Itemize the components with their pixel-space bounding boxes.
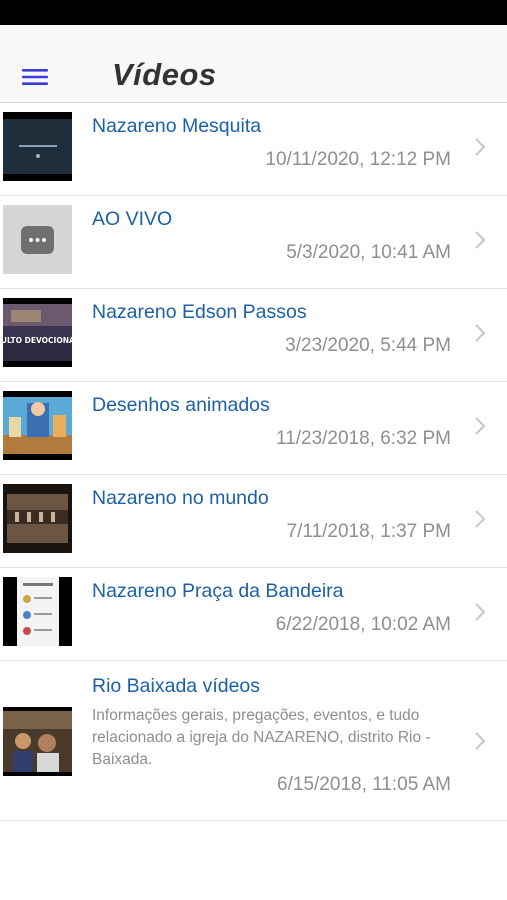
video-thumbnail bbox=[3, 707, 72, 776]
chevron-right-icon bbox=[474, 602, 486, 622]
video-list-item[interactable]: Nazareno Mesquita 10/11/2020, 12:12 PM bbox=[0, 103, 507, 196]
video-list-item[interactable]: Rio Baixada vídeos Informações gerais, p… bbox=[0, 661, 507, 821]
status-bar bbox=[0, 0, 507, 25]
video-thumbnail bbox=[3, 484, 72, 553]
chevron-right-icon bbox=[474, 230, 486, 250]
video-thumbnail bbox=[3, 577, 72, 646]
video-list: Nazareno Mesquita 10/11/2020, 12:12 PM A… bbox=[0, 103, 507, 821]
video-title: Nazareno no mundo bbox=[92, 487, 269, 509]
chevron-right-icon bbox=[474, 323, 486, 343]
video-list-item[interactable]: Desenhos animados 11/23/2018, 6:32 PM bbox=[0, 382, 507, 475]
video-date: 7/11/2018, 1:37 PM bbox=[286, 521, 451, 542]
thumbnail-caption: CULTO DEVOCIONAL bbox=[3, 336, 72, 345]
hamburger-menu-icon[interactable] bbox=[22, 68, 48, 86]
chevron-right-icon bbox=[474, 416, 486, 436]
chevron-right-icon bbox=[474, 137, 486, 157]
video-thumbnail: CULTO DEVOCIONAL bbox=[3, 298, 72, 367]
video-title: Rio Baixada vídeos bbox=[92, 675, 261, 697]
video-date: 11/23/2018, 6:32 PM bbox=[276, 428, 451, 449]
chevron-right-icon bbox=[474, 509, 486, 529]
video-date: 6/15/2018, 11:05 AM bbox=[277, 774, 451, 795]
video-thumbnail bbox=[3, 205, 72, 274]
video-list-item[interactable]: CULTO DEVOCIONAL Nazareno Edson Passos 3… bbox=[0, 289, 507, 382]
video-title: AO VIVO bbox=[92, 208, 173, 230]
video-date: 5/3/2020, 10:41 AM bbox=[286, 242, 451, 263]
video-thumbnail bbox=[3, 112, 72, 181]
video-thumbnail bbox=[3, 391, 72, 460]
video-description: Informações gerais, pregações, eventos, … bbox=[92, 707, 431, 768]
video-title: Nazareno Edson Passos bbox=[92, 301, 307, 323]
video-title: Desenhos animados bbox=[92, 394, 270, 416]
video-list-item[interactable]: Nazareno Praça da Bandeira 6/22/2018, 10… bbox=[0, 568, 507, 661]
video-date: 6/22/2018, 10:02 AM bbox=[275, 614, 451, 635]
video-title: Nazareno Praça da Bandeira bbox=[92, 580, 344, 602]
video-date: 10/11/2020, 12:12 PM bbox=[265, 149, 451, 170]
chevron-right-icon bbox=[474, 731, 486, 751]
video-list-item[interactable]: AO VIVO 5/3/2020, 10:41 AM bbox=[0, 196, 507, 289]
video-date: 3/23/2020, 5:44 PM bbox=[285, 335, 451, 356]
video-title: Nazareno Mesquita bbox=[92, 115, 262, 137]
page-title: Vídeos bbox=[112, 57, 217, 92]
video-list-item[interactable]: Nazareno no mundo 7/11/2018, 1:37 PM bbox=[0, 475, 507, 568]
navigation-bar: Vídeos bbox=[0, 25, 507, 103]
